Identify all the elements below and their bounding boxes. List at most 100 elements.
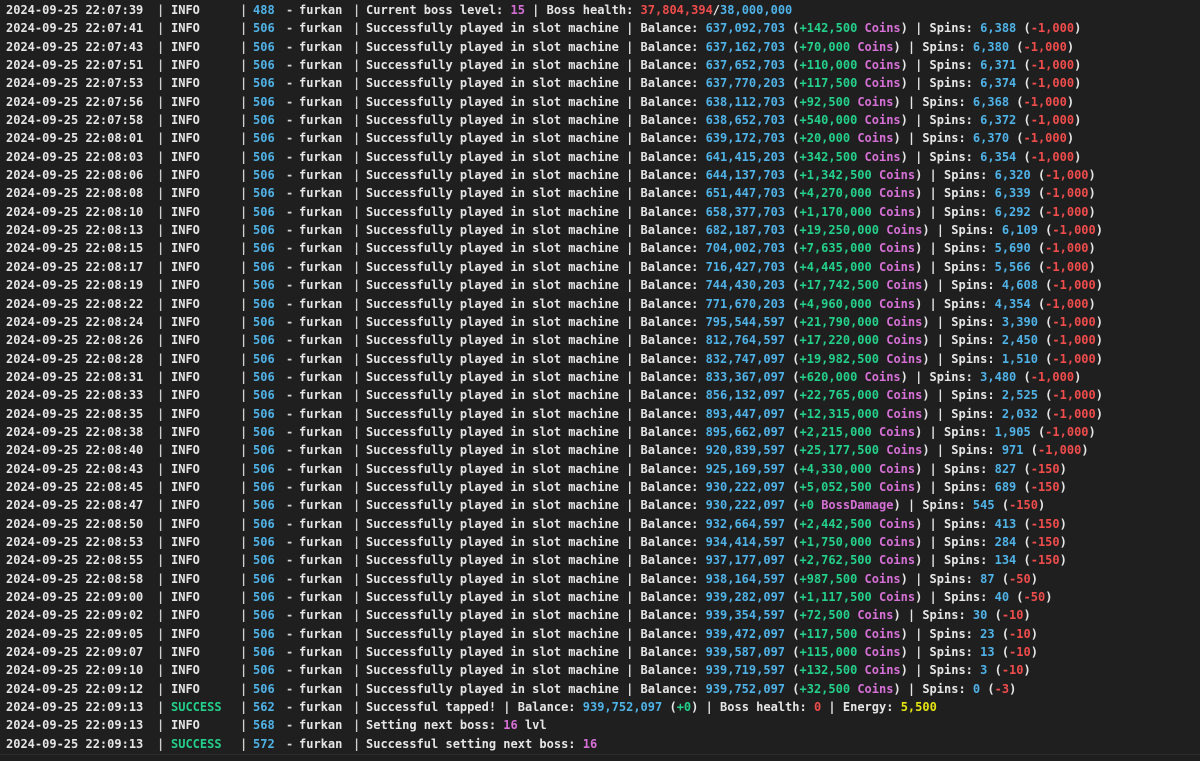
- message-segment: (: [785, 534, 800, 549]
- message-segment: -1,000: [1045, 424, 1089, 439]
- message-segment: +21,790,000: [799, 314, 879, 329]
- message-segment: (: [1016, 149, 1031, 164]
- column-separator: |: [240, 718, 248, 733]
- log-level: INFO: [171, 369, 200, 384]
- message-segment: (: [785, 113, 800, 128]
- log-line: 2024-09-25 22:08:55 | INFO | 506- furkan | Succ…: [0, 551, 1200, 569]
- log-line-number: 506: [253, 534, 275, 549]
- message-segment: Coins: [864, 113, 901, 128]
- message-segment: ) | Spins:: [922, 333, 1002, 348]
- log-message: Setting next boss: 16 lvl: [366, 716, 547, 734]
- message-segment: +20,000: [799, 131, 851, 146]
- message-segment: +117,500: [799, 76, 858, 91]
- message-segment: -10: [1009, 645, 1031, 660]
- log-level: INFO: [171, 94, 200, 109]
- column-separator: |: [157, 58, 165, 73]
- message-segment: -50: [1023, 590, 1046, 604]
- column-separator: |: [240, 388, 248, 403]
- dash-separator: -: [286, 388, 294, 403]
- log-user: furkan: [299, 534, 343, 549]
- log-message: Successfully played in slot machine | Ba…: [366, 625, 1038, 643]
- log-level: INFO: [171, 590, 200, 604]
- column-separator: |: [157, 681, 165, 696]
- message-segment: 939,282,097: [705, 590, 786, 604]
- log-user: furkan: [299, 736, 343, 751]
- message-segment: 2,525: [1001, 388, 1038, 403]
- message-segment: Successfully played in slot machine | Ba…: [366, 131, 706, 146]
- message-segment: +19,982,500: [799, 351, 879, 366]
- message-segment: (: [785, 516, 800, 531]
- message-segment: Successfully played in slot machine | Ba…: [366, 168, 706, 183]
- column-separator: |: [353, 498, 361, 513]
- log-message: Successful setting next boss: 16: [366, 735, 597, 753]
- log-user: furkan: [299, 498, 343, 513]
- message-segment: (: [1016, 461, 1031, 476]
- dash-separator: -: [286, 534, 294, 549]
- log-user: furkan: [299, 204, 343, 219]
- message-segment: Coins: [886, 333, 923, 348]
- log-message: Successfully played in slot machine | Ba…: [366, 129, 1074, 147]
- dash-separator: -: [286, 259, 294, 274]
- message-segment: (: [785, 149, 800, 164]
- message-segment: [857, 150, 864, 164]
- message-segment: (: [1037, 388, 1053, 403]
- message-segment: -1,000: [1037, 443, 1082, 458]
- log-timestamp: 2024-09-25 22:08:35: [6, 406, 144, 421]
- column-separator: |: [353, 76, 361, 91]
- message-segment: (: [980, 681, 995, 696]
- log-level: INFO: [171, 443, 200, 458]
- message-segment: 937,177,097: [705, 553, 786, 568]
- column-separator: |: [157, 608, 165, 623]
- log-message: Successfully played in slot machine | Ba…: [366, 606, 1031, 624]
- message-segment: (: [662, 700, 677, 715]
- log-timestamp: 2024-09-25 22:09:10: [6, 663, 144, 678]
- column-separator: |: [157, 718, 165, 733]
- message-segment: 920,839,597: [705, 443, 786, 458]
- log-line-number: 506: [253, 223, 275, 238]
- log-user: furkan: [299, 314, 343, 329]
- log-line-number: 506: [253, 113, 275, 128]
- message-segment: Coins: [864, 571, 901, 586]
- log-line: 2024-09-25 22:09:13 | SUCCESS | 562- furkan | S…: [0, 698, 1200, 716]
- message-segment: ) | Spins:: [922, 351, 1002, 366]
- log-level: INFO: [171, 645, 200, 660]
- message-segment: 6,370: [972, 131, 1010, 146]
- message-segment: Coins: [878, 186, 916, 201]
- message-segment: Successfully played in slot machine | Ba…: [366, 223, 706, 238]
- log-timestamp: 2024-09-25 22:08:50: [6, 516, 144, 531]
- message-segment: Successfully played in slot machine | Ba…: [366, 351, 706, 366]
- message-segment: +132,500: [799, 663, 858, 678]
- log-level: INFO: [171, 553, 200, 568]
- log-message: Successfully played in slot machine | Ba…: [366, 478, 1067, 496]
- column-separator: |: [157, 571, 165, 586]
- log-user: furkan: [299, 645, 343, 660]
- column-separator: |: [240, 241, 248, 256]
- message-segment: 833,367,097: [705, 369, 786, 384]
- message-segment: ) | Spins:: [915, 241, 995, 256]
- message-segment: Coins: [857, 131, 894, 146]
- dash-separator: -: [286, 700, 294, 715]
- message-segment: [857, 572, 864, 586]
- message-segment: (: [994, 571, 1010, 586]
- log-line: 2024-09-25 22:08:17 | INFO | 506- furkan | Succ…: [0, 258, 1200, 276]
- message-segment: (: [1030, 296, 1046, 311]
- column-separator: |: [353, 700, 361, 715]
- log-timestamp: 2024-09-25 22:08:55: [6, 553, 144, 568]
- terminal-output[interactable]: 2024-09-25 22:07:39 | INFO | 488- furkan | Curr…: [0, 0, 1200, 761]
- column-separator: |: [240, 131, 248, 146]
- log-line-number: 506: [253, 681, 275, 696]
- log-line: 2024-09-25 22:09:13 | SUCCESS | 572- furkan | S…: [0, 735, 1200, 753]
- log-line: 2024-09-25 22:08:13 | INFO | 506- furkan | Succ…: [0, 221, 1200, 239]
- message-segment: (: [785, 388, 800, 403]
- message-segment: ): [1059, 553, 1067, 568]
- log-user: furkan: [299, 168, 343, 183]
- message-segment: Successfully played in slot machine | Ba…: [366, 626, 706, 641]
- column-separator: |: [240, 608, 248, 623]
- log-user: furkan: [299, 553, 343, 568]
- log-level: INFO: [171, 626, 200, 641]
- message-segment: -1,000: [1030, 149, 1075, 164]
- message-segment: (: [1023, 443, 1038, 458]
- column-separator: |: [240, 168, 248, 183]
- message-segment: lvl: [517, 718, 547, 733]
- message-segment: Coins: [878, 204, 916, 219]
